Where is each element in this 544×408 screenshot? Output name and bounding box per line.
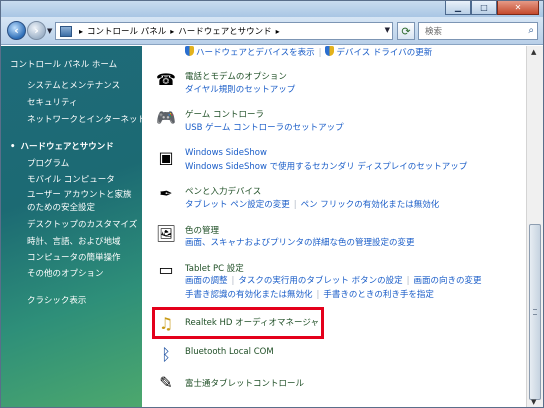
pen-icon: ✒	[159, 184, 173, 203]
nav-appearance[interactable]: デスクトップのカスタマイズ	[27, 218, 137, 230]
maximize-button[interactable]: □	[471, 1, 497, 15]
breadcrumb-control-panel[interactable]: コントロール パネル	[87, 25, 166, 37]
address-dropdown-icon[interactable]: ▼	[385, 26, 390, 34]
task-row: タブレット ペン設定の変更 | ペン フリックの有効化または無効化	[185, 198, 439, 210]
top-task-row: ハードウェアとデバイスを表示 | デバイス ドライバの更新	[185, 46, 432, 58]
chevron-right-icon[interactable]: ▸	[170, 27, 174, 36]
scroll-thumb[interactable]	[529, 224, 541, 400]
category-title-fujitsu-tablet[interactable]: 富士通タブレットコントロール	[185, 377, 304, 389]
fujitsu-tablet-icon: ✎	[159, 373, 173, 392]
control-panel-icon	[60, 25, 72, 37]
nav-classic-view[interactable]: クラシック表示	[27, 294, 86, 306]
search-icon[interactable]: ⌕	[528, 25, 534, 36]
scroll-grip-icon	[533, 309, 537, 315]
category-content-pane: ハードウェアとデバイスを表示 | デバイス ドライバの更新 ☎ 電話とモデムのオプシ…	[142, 46, 526, 407]
phone-modem-icon: ☎	[156, 70, 176, 89]
nav-system-maintenance[interactable]: システムとメンテナンス	[27, 79, 120, 91]
category-title-sideshow[interactable]: Windows SideShow	[185, 148, 267, 158]
breadcrumb-hardware-sound[interactable]: ハードウェアとサウンド	[178, 25, 271, 37]
tablet-pc-icon: ▭	[158, 260, 174, 279]
task-row: 画面、スキャナおよびプリンタの詳細な色の管理設定の変更	[185, 236, 415, 248]
realtek-audio-icon: ♫	[158, 314, 174, 333]
chevron-right-icon[interactable]: ▸	[79, 27, 83, 36]
scroll-up-icon[interactable]: ▲	[531, 48, 536, 56]
scroll-down-icon[interactable]: ▼	[531, 398, 536, 406]
separator: |	[316, 290, 320, 300]
task-view-devices[interactable]: ハードウェアとデバイスを表示	[196, 48, 315, 58]
left-navigation-pane: コントロール パネル ホーム システムとメンテナンス セキュリティ ネットワーク…	[1, 46, 146, 407]
task-pen-settings[interactable]: タブレット ペン設定の変更	[185, 200, 290, 210]
nav-user-accounts[interactable]: ユーザー アカウントと家族のための安全設定	[27, 189, 139, 215]
task-update-drivers[interactable]: デバイス ドライバの更新	[336, 48, 432, 58]
separator: |	[293, 200, 297, 210]
back-button[interactable]: ‹	[7, 21, 26, 40]
title-bar: ▁ □ ✕	[1, 1, 543, 17]
separator: |	[406, 276, 410, 286]
control-panel-window: ▁ □ ✕ ‹ › ▼ ▸ コントロール パネル ▸ ハードウェアとサウンド ▸…	[0, 0, 544, 408]
color-management-icon: 🖼	[155, 224, 177, 243]
refresh-button[interactable]: ⟳	[397, 22, 415, 40]
category-title-color-management[interactable]: 色の管理	[185, 224, 219, 236]
nav-hardware-sound[interactable]: ハードウェアとサウンド	[10, 140, 113, 152]
task-row: USB ゲーム コントローラのセットアップ	[185, 121, 344, 133]
nav-control-panel-home[interactable]: コントロール パネル ホーム	[10, 58, 117, 70]
address-bar[interactable]: ▸ コントロール パネル ▸ ハードウェアとサウンド ▸ ▼	[55, 22, 393, 40]
task-calibrate-screen[interactable]: 画面の調整	[185, 276, 228, 286]
separator: |	[231, 276, 235, 286]
task-usb-controller-setup[interactable]: USB ゲーム コントローラのセットアップ	[185, 123, 344, 133]
task-screen-orientation[interactable]: 画面の向きの変更	[413, 276, 481, 286]
category-title-realtek[interactable]: Realtek HD オーディオマネージャ	[185, 316, 319, 328]
nav-network-internet[interactable]: ネットワークとインターネット	[27, 113, 146, 125]
task-dialing-rules[interactable]: ダイヤル規則のセットアップ	[185, 85, 295, 95]
separator: |	[318, 48, 322, 58]
task-sideshow-display[interactable]: Windows SideShow で使用するセカンダリ ディスプレイのセットアッ…	[185, 162, 467, 172]
search-placeholder: 検索	[425, 27, 443, 37]
nav-security[interactable]: セキュリティ	[27, 96, 78, 108]
chevron-right-icon[interactable]: ▸	[276, 27, 280, 36]
shield-icon	[185, 46, 194, 56]
bluetooth-icon: ᛒ	[161, 345, 171, 364]
nav-ease-of-access[interactable]: コンピュータの簡単操作	[27, 251, 121, 263]
game-controller-icon: 🎮	[156, 108, 176, 127]
nav-mobile-pc[interactable]: モバイル コンピュータ	[27, 173, 115, 185]
nav-additional-options[interactable]: その他のオプション	[27, 267, 104, 279]
close-button[interactable]: ✕	[497, 1, 539, 15]
task-row: 手書き認識の有効化または無効化 | 手書きのときの利き手を指定	[185, 288, 434, 300]
shield-icon	[325, 46, 335, 56]
forward-button[interactable]: ›	[27, 21, 46, 40]
task-pen-flicks[interactable]: ペン フリックの有効化または無効化	[301, 200, 440, 210]
category-title-bluetooth[interactable]: Bluetooth Local COM	[185, 347, 274, 357]
category-title-tablet-pc[interactable]: Tablet PC 設定	[185, 262, 244, 274]
task-color-settings[interactable]: 画面、スキャナおよびプリンタの詳細な色の管理設定の変更	[185, 238, 415, 248]
category-title-phone-modem[interactable]: 電話とモデムのオプション	[185, 70, 287, 82]
vertical-scrollbar[interactable]: ▲ ▼	[526, 46, 543, 407]
category-title-game-controllers[interactable]: ゲーム コントローラ	[185, 108, 264, 120]
address-row: ‹ › ▼ ▸ コントロール パネル ▸ ハードウェアとサウンド ▸ ▼ ⟳ 検…	[1, 17, 543, 45]
nav-programs[interactable]: プログラム	[27, 157, 69, 169]
sideshow-icon: ▣	[158, 148, 174, 167]
search-input[interactable]: 検索 ⌕	[418, 22, 538, 40]
task-row: ダイヤル規則のセットアップ	[185, 83, 295, 95]
nav-clock-language[interactable]: 時計、言語、および地域	[27, 235, 121, 247]
category-title-pen-input[interactable]: ペンと入力デバイス	[185, 185, 261, 197]
caption-buttons: ▁ □ ✕	[445, 1, 539, 15]
task-tablet-buttons[interactable]: タスクの実行用のタブレット ボタンの設定	[238, 276, 402, 286]
task-row: 画面の調整 | タスクの実行用のタブレット ボタンの設定 | 画面の向きの変更	[185, 274, 482, 286]
task-handwriting-recognition[interactable]: 手書き認識の有効化または無効化	[185, 290, 313, 300]
recent-pages-dropdown[interactable]: ▼	[47, 27, 52, 35]
task-handedness[interactable]: 手書きのときの利き手を指定	[323, 290, 434, 300]
task-row: Windows SideShow で使用するセカンダリ ディスプレイのセットアッ…	[185, 160, 467, 172]
minimize-button[interactable]: ▁	[445, 1, 471, 15]
